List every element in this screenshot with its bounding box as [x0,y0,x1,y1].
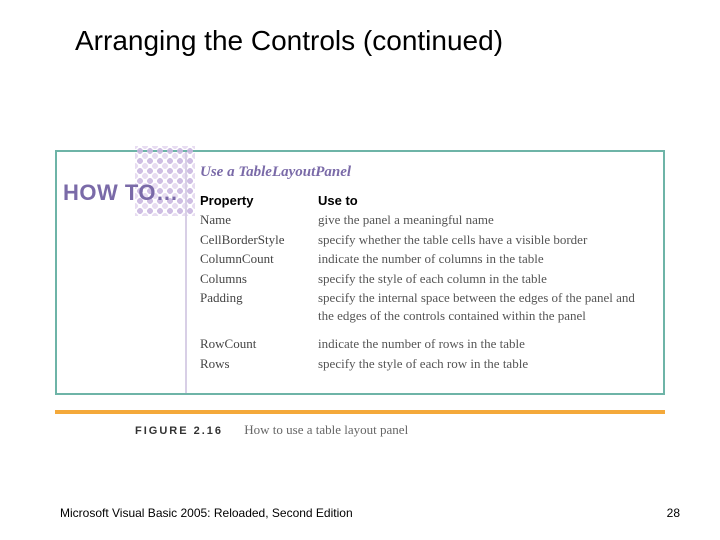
cell-use: specify whether the table cells have a v… [318,230,655,250]
header-property: Property [200,193,318,210]
slide-title: Arranging the Controls (continued) [0,0,720,57]
table-row: ColumnCount indicate the number of colum… [200,249,655,269]
cell-property: ColumnCount [200,249,318,269]
cell-use: indicate the number of columns in the ta… [318,249,655,269]
cell-use: give the panel a meaningful name [318,210,655,230]
howto-label: HOW TO… [63,180,179,206]
cell-use: specify the internal space between the e… [318,288,655,325]
decor-divider [185,152,187,393]
table-row: Columns specify the style of each column… [200,269,655,289]
figure-label: FIGURE 2.16 [135,425,223,437]
footer-book-title: Microsoft Visual Basic 2005: Reloaded, S… [60,506,353,520]
cell-property: RowCount [200,325,318,354]
howto-subtitle: Use a TableLayoutPanel [200,164,655,181]
howto-box: HOW TO… Use a TableLayoutPanel Property … [55,150,665,395]
cell-property: CellBorderStyle [200,230,318,250]
property-table: Property Use to Name give the panel a me… [200,193,655,373]
header-use: Use to [318,193,655,210]
cell-property: Rows [200,354,318,374]
cell-use: specify the style of each row in the tab… [318,354,655,374]
figure-caption: FIGURE 2.16 How to use a table layout pa… [55,410,665,438]
cell-use: indicate the number of rows in the table [318,325,655,354]
table-row: Rows specify the style of each row in th… [200,354,655,374]
table-row: Padding specify the internal space betwe… [200,288,655,325]
cell-property: Name [200,210,318,230]
caption-line: FIGURE 2.16 How to use a table layout pa… [55,422,665,438]
cell-property: Columns [200,269,318,289]
table-row: RowCount indicate the number of rows in … [200,325,655,354]
howto-content: Use a TableLayoutPanel Property Use to N… [200,164,655,373]
table-row: CellBorderStyle specify whether the tabl… [200,230,655,250]
table-row: Name give the panel a meaningful name [200,210,655,230]
table-header-row: Property Use to [200,193,655,210]
footer-page-number: 28 [667,506,680,520]
cell-property: Padding [200,288,318,325]
cell-use: specify the style of each column in the … [318,269,655,289]
caption-rule [55,410,665,414]
figure-text: How to use a table layout panel [244,422,408,437]
